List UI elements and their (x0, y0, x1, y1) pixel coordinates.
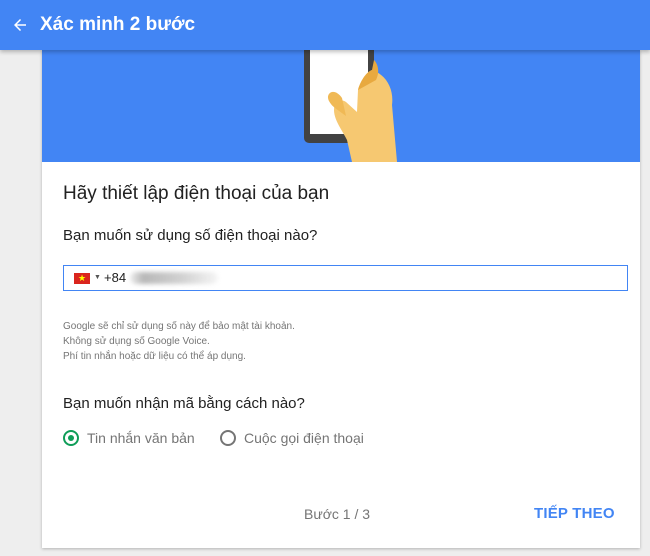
radio-button-unchecked[interactable] (220, 430, 236, 446)
arrow-left-icon (14, 19, 26, 31)
vietnam-flag-icon[interactable]: ★ (74, 273, 90, 284)
hero-banner (42, 50, 640, 162)
step-indicator: Bước 1 / 3 (304, 506, 371, 522)
radio-button-checked[interactable] (63, 430, 79, 446)
phone-number-input[interactable]: ★ ▼ +84 (63, 265, 628, 291)
chevron-down-icon[interactable]: ▼ (94, 273, 101, 283)
radio-phone-call[interactable]: Cuộc gọi điện thoại (220, 430, 364, 446)
note-fees: Phí tin nhắn hoặc dữ liệu có thể áp dụng… (63, 351, 246, 362)
method-question: Bạn muốn nhận mã bằng cách nào? (63, 395, 305, 412)
phone-question: Bạn muốn sử dụng số điện thoại nào? (63, 227, 318, 244)
hand-holding-phone-icon (304, 50, 397, 162)
note-security: Google sẽ chỉ sử dụng số này để bảo mật … (63, 321, 295, 332)
page-title: Xác minh 2 bước (40, 14, 196, 35)
next-button[interactable]: TIẾP THEO (534, 505, 615, 522)
radio-text-message[interactable]: Tin nhắn văn bản (63, 430, 195, 446)
note-google-voice: Không sử dụng số Google Voice. (63, 336, 210, 347)
setup-card: Hãy thiết lập điện thoại của bạn Bạn muố… (42, 50, 640, 548)
back-button[interactable] (0, 0, 40, 50)
redacted-phone-digits (130, 272, 218, 284)
setup-heading: Hãy thiết lập điện thoại của bạn (63, 183, 330, 204)
country-code: +84 (104, 270, 127, 285)
radio-label-phone-call: Cuộc gọi điện thoại (244, 430, 364, 446)
app-bar: Xác minh 2 bước (0, 0, 650, 50)
radio-label-text-message: Tin nhắn văn bản (87, 430, 195, 446)
